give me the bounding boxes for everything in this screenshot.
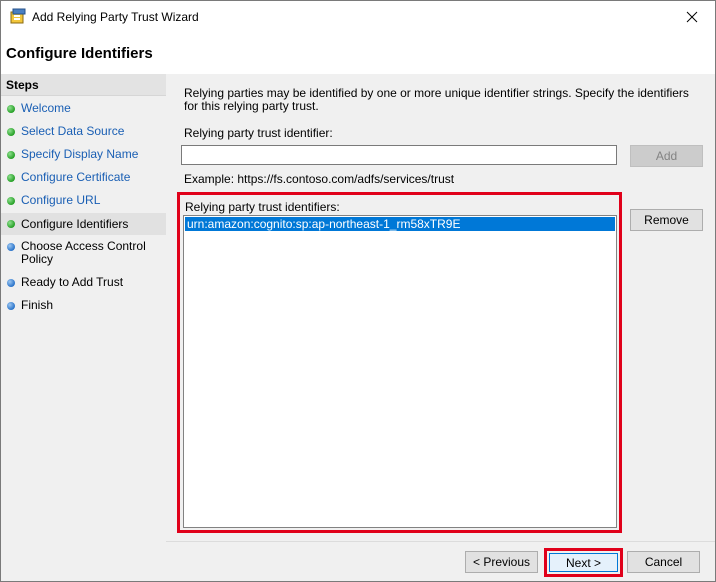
sidebar-item-label: Configure Certificate	[21, 170, 131, 184]
completed-step-icon	[7, 174, 15, 182]
identifier-field-label: Relying party trust identifier:	[184, 126, 333, 140]
close-button[interactable]	[669, 1, 715, 32]
completed-step-icon	[7, 197, 15, 205]
window-title: Add Relying Party Trust Wizard	[32, 10, 199, 24]
identifiers-list-label: Relying party trust identifiers:	[185, 200, 340, 214]
sidebar-item-configure-identifiers: Configure Identifiers	[1, 213, 166, 235]
wizard-window: Add Relying Party Trust Wizard Configure…	[0, 0, 716, 582]
previous-button[interactable]: < Previous	[465, 551, 538, 573]
wizard-footer: < Previous Next > Cancel	[166, 541, 715, 581]
sidebar-item-specify-display-name[interactable]: Specify Display Name	[1, 148, 166, 161]
page-title: Configure Identifiers	[6, 45, 153, 62]
completed-step-icon	[7, 151, 15, 159]
sidebar-item-ready-to-add-trust: Ready to Add Trust	[1, 276, 166, 289]
close-icon	[686, 11, 698, 22]
completed-step-icon	[7, 128, 15, 136]
remove-button[interactable]: Remove	[630, 209, 703, 231]
sidebar-item-label: Welcome	[21, 101, 71, 115]
title-bar[interactable]: Add Relying Party Trust Wizard	[1, 1, 715, 32]
pending-step-icon	[7, 243, 15, 251]
add-button[interactable]: Add	[630, 145, 703, 167]
sidebar-item-choose-access-control-policy: Choose Access Control Policy	[1, 240, 166, 266]
sidebar-item-label: Select Data Source	[21, 124, 125, 138]
identifiers-list[interactable]: urn:amazon:cognito:sp:ap-northeast-1_rm5…	[183, 215, 617, 528]
identifier-example: Example: https://fs.contoso.com/adfs/ser…	[184, 172, 455, 186]
next-button[interactable]: Next >	[549, 553, 618, 572]
pending-step-icon	[7, 279, 15, 287]
sidebar-item-label: Choose Access Control Policy	[21, 239, 146, 266]
sidebar-item-configure-url[interactable]: Configure URL	[1, 194, 166, 207]
wizard-header: Configure Identifiers	[1, 32, 715, 74]
sidebar-item-label: Configure URL	[21, 193, 101, 207]
steps-heading: Steps	[1, 74, 166, 96]
identifiers-highlight: Relying party trust identifiers: urn:ama…	[177, 192, 622, 533]
pending-step-icon	[7, 302, 15, 310]
current-step-icon	[7, 220, 15, 228]
sidebar-item-finish: Finish	[1, 299, 166, 312]
steps-sidebar: Steps Welcome Select Data Source Specify…	[1, 74, 166, 581]
sidebar-item-welcome[interactable]: Welcome	[1, 102, 166, 115]
main-content: Relying parties may be identified by one…	[166, 74, 715, 541]
identifier-input[interactable]	[181, 145, 617, 165]
adfs-app-icon	[9, 8, 27, 25]
next-button-highlight: Next >	[544, 548, 623, 577]
sidebar-item-label: Configure Identifiers	[21, 216, 129, 231]
sidebar-item-configure-certificate[interactable]: Configure Certificate	[1, 171, 166, 184]
list-item[interactable]: urn:amazon:cognito:sp:ap-northeast-1_rm5…	[185, 217, 615, 231]
sidebar-item-select-data-source[interactable]: Select Data Source	[1, 125, 166, 138]
page-description: Relying parties may be identified by one…	[184, 86, 689, 113]
cancel-button[interactable]: Cancel	[627, 551, 700, 573]
sidebar-item-label: Finish	[21, 298, 54, 312]
sidebar-item-label: Specify Display Name	[21, 147, 139, 161]
sidebar-item-label: Ready to Add Trust	[21, 275, 124, 289]
completed-step-icon	[7, 105, 15, 113]
